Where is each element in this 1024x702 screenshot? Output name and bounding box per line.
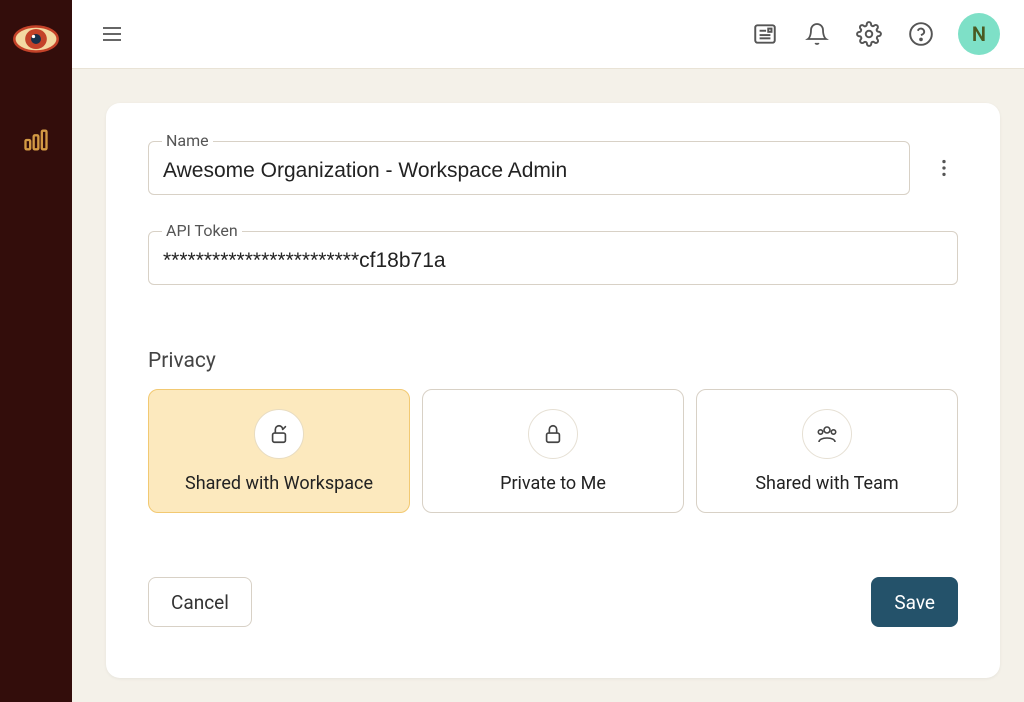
- token-input[interactable]: [148, 231, 958, 285]
- content-area: Name API Token: [72, 69, 1024, 702]
- team-icon: [802, 409, 852, 459]
- lock-icon: [528, 409, 578, 459]
- save-button[interactable]: Save: [871, 577, 958, 627]
- name-input[interactable]: [148, 141, 910, 195]
- token-field-wrap: API Token: [148, 231, 958, 285]
- cancel-button-label: Cancel: [171, 591, 229, 614]
- privacy-section-title: Privacy: [148, 349, 958, 373]
- avatar-initial: N: [972, 22, 986, 46]
- sidebar: [0, 0, 72, 702]
- bell-icon[interactable]: [802, 19, 832, 49]
- cancel-button[interactable]: Cancel: [148, 577, 252, 627]
- panel-footer: Cancel Save: [148, 577, 958, 627]
- sidebar-item-analytics[interactable]: [0, 108, 72, 172]
- privacy-option-label: Shared with Workspace: [185, 473, 373, 494]
- menu-toggle[interactable]: [96, 18, 128, 50]
- unlock-icon: [254, 409, 304, 459]
- privacy-option-label: Private to Me: [500, 473, 606, 494]
- more-menu-button[interactable]: [930, 154, 958, 182]
- privacy-option-shared-workspace[interactable]: Shared with Workspace: [148, 389, 410, 513]
- token-label: API Token: [162, 221, 242, 240]
- news-icon[interactable]: [750, 19, 780, 49]
- privacy-options: Shared with Workspace Private to Me: [148, 389, 958, 513]
- settings-panel: Name API Token: [106, 103, 1000, 678]
- topbar-actions: N: [750, 13, 1000, 55]
- save-button-label: Save: [894, 591, 935, 614]
- name-label: Name: [162, 131, 213, 150]
- avatar[interactable]: N: [958, 13, 1000, 55]
- topbar: N: [72, 0, 1024, 69]
- privacy-option-private[interactable]: Private to Me: [422, 389, 684, 513]
- main-area: N Name: [72, 0, 1024, 702]
- app-logo[interactable]: [0, 0, 72, 78]
- privacy-option-shared-team[interactable]: Shared with Team: [696, 389, 958, 513]
- name-field-wrap: Name: [148, 141, 910, 195]
- privacy-option-label: Shared with Team: [755, 473, 898, 494]
- help-icon[interactable]: [906, 19, 936, 49]
- gear-icon[interactable]: [854, 19, 884, 49]
